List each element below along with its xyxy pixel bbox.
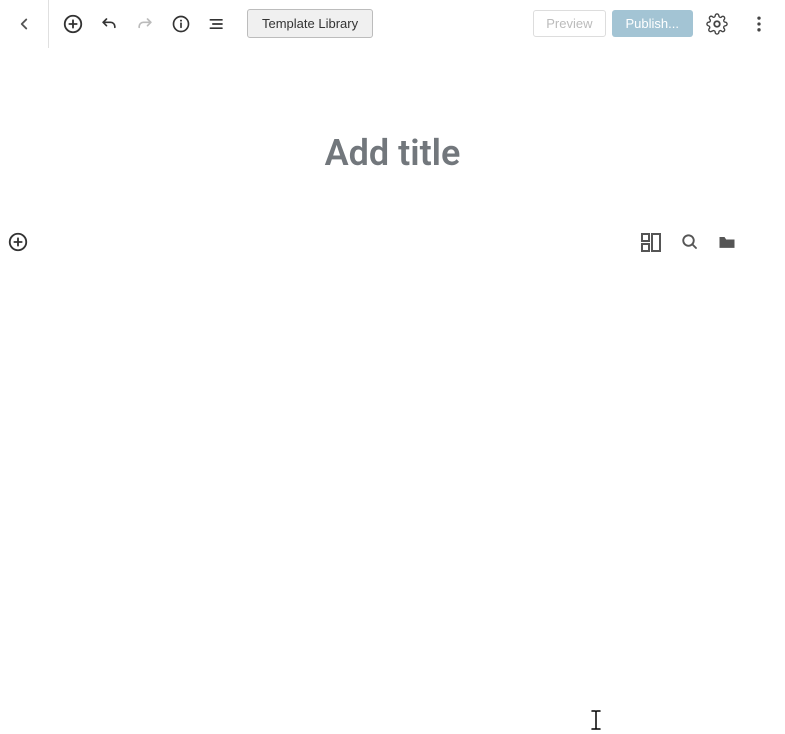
title-placeholder[interactable]: Add title <box>0 132 785 174</box>
undo-button[interactable] <box>91 6 127 42</box>
back-button[interactable] <box>0 0 48 48</box>
template-library-button[interactable]: Template Library <box>247 9 373 38</box>
text-cursor-icon <box>590 710 602 730</box>
layout-button[interactable] <box>639 230 663 254</box>
grid-layout-icon <box>639 230 663 254</box>
list-icon <box>207 14 227 34</box>
chevron-left-icon <box>15 15 33 33</box>
plus-circle-icon <box>7 231 29 253</box>
plus-circle-icon <box>62 13 84 35</box>
text-cursor <box>590 710 602 730</box>
editor-row-toolbar <box>0 228 785 256</box>
info-button[interactable] <box>163 6 199 42</box>
title-area[interactable]: Add title <box>0 132 785 174</box>
outline-button[interactable] <box>199 6 235 42</box>
redo-button <box>127 6 163 42</box>
search-icon <box>681 233 699 251</box>
redo-icon <box>135 14 155 34</box>
folder-button[interactable] <box>717 232 737 252</box>
toolbar-left: Template Library <box>0 0 373 47</box>
folder-icon <box>717 232 737 252</box>
more-vertical-icon <box>749 14 769 34</box>
editor-row-toolbar-right <box>639 230 737 254</box>
add-button[interactable] <box>55 6 91 42</box>
top-toolbar: Template Library Preview Publish... <box>0 0 785 48</box>
info-icon <box>171 14 191 34</box>
toolbar-right: Preview Publish... <box>533 6 777 42</box>
publish-button: Publish... <box>612 10 693 37</box>
add-block-button[interactable] <box>4 228 32 256</box>
divider <box>48 0 49 48</box>
preview-button: Preview <box>533 10 605 37</box>
undo-icon <box>99 14 119 34</box>
gear-icon <box>706 13 728 35</box>
search-button[interactable] <box>681 233 699 251</box>
settings-button[interactable] <box>699 6 735 42</box>
more-options-button[interactable] <box>741 6 777 42</box>
